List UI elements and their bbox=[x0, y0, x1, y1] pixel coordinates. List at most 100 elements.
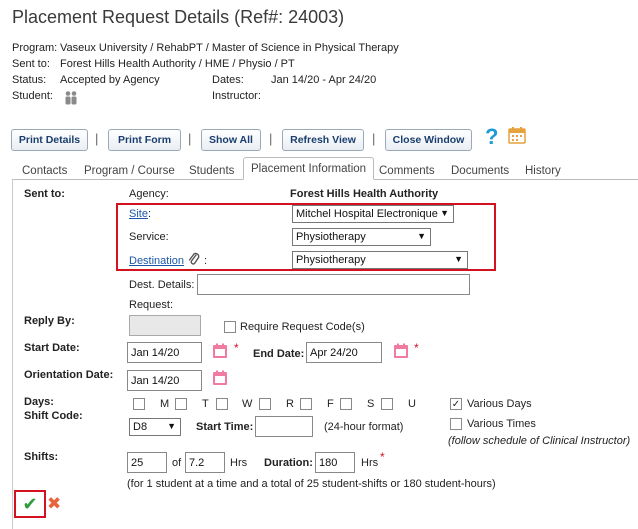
dest-details-input[interactable] bbox=[197, 274, 470, 295]
site-link[interactable]: Site bbox=[129, 208, 148, 220]
day-r-label: R bbox=[286, 398, 294, 410]
tab-contacts[interactable]: Contacts bbox=[22, 161, 67, 180]
require-code-checkbox[interactable] bbox=[224, 321, 236, 333]
day-u-checkbox[interactable] bbox=[381, 398, 393, 410]
students-icon[interactable] bbox=[63, 90, 79, 106]
print-details-button[interactable]: Print Details bbox=[11, 129, 88, 151]
day-m-checkbox[interactable] bbox=[133, 398, 145, 410]
various-days-checkbox[interactable]: ✓ bbox=[450, 398, 462, 410]
require-code-label: Require Request Code(s) bbox=[240, 321, 365, 333]
shift-code-value: D8 bbox=[133, 421, 148, 433]
end-date-calendar-icon[interactable] bbox=[393, 343, 409, 359]
start-date-input[interactable]: Jan 14/20 bbox=[127, 342, 202, 363]
start-time-input[interactable] bbox=[255, 416, 313, 437]
start-date-calendar-icon[interactable] bbox=[212, 343, 228, 359]
duration-label: Duration: bbox=[264, 457, 313, 469]
print-form-button[interactable]: Print Form bbox=[108, 129, 181, 151]
service-select-value: Physiotherapy bbox=[296, 231, 366, 243]
day-w-checkbox[interactable] bbox=[216, 398, 228, 410]
dates-label: Dates: bbox=[212, 74, 244, 86]
site-label-group: Site: bbox=[129, 208, 151, 220]
shift-code-select[interactable]: D8 ▼ bbox=[129, 418, 181, 436]
tab-students[interactable]: Students bbox=[189, 161, 234, 180]
panel-border bbox=[12, 180, 13, 529]
various-times-label: Various Times bbox=[467, 418, 536, 430]
start-date-label: Start Date: bbox=[24, 342, 80, 354]
toolbar-separator: | bbox=[95, 131, 99, 146]
chevron-down-icon: ▼ bbox=[440, 208, 449, 218]
close-icon: ✖ bbox=[47, 494, 62, 513]
of-label: of bbox=[172, 457, 182, 469]
chevron-down-icon: ▼ bbox=[417, 231, 426, 241]
calendar-icon[interactable] bbox=[508, 126, 526, 144]
destination-select-value: Physiotherapy bbox=[296, 254, 366, 266]
chevron-down-icon: ▼ bbox=[167, 421, 176, 431]
service-label: Service: bbox=[129, 231, 169, 243]
hrs-label-2: Hrs bbox=[361, 457, 379, 469]
required-mark: * bbox=[380, 450, 385, 464]
toolbar-separator: | bbox=[188, 131, 192, 146]
student-label: Student: bbox=[12, 90, 53, 102]
tab-history[interactable]: History bbox=[525, 161, 561, 180]
destination-select[interactable]: Physiotherapy ▼ bbox=[292, 251, 468, 269]
day-w-label: W bbox=[242, 398, 253, 410]
end-date-input[interactable]: Apr 24/20 bbox=[306, 342, 382, 363]
follow-schedule-note: (follow schedule of Clinical Instructor) bbox=[448, 435, 631, 447]
status-label: Status: bbox=[12, 74, 47, 86]
day-s-label: S bbox=[367, 398, 375, 410]
day-f-label: F bbox=[327, 398, 334, 410]
agency-value: Forest Hills Health Authority bbox=[290, 188, 439, 200]
cancel-button[interactable]: ✖ bbox=[47, 494, 61, 514]
form-sent-to-label: Sent to: bbox=[24, 188, 65, 200]
required-mark: * bbox=[414, 341, 419, 355]
orientation-calendar-icon[interactable] bbox=[212, 370, 228, 386]
orientation-date-input[interactable]: Jan 14/20 bbox=[127, 370, 202, 391]
dest-details-label: Dest. Details: bbox=[129, 279, 195, 291]
site-select[interactable]: Mitchel Hospital Electronique ▼ bbox=[292, 205, 454, 223]
chevron-down-icon: ▼ bbox=[454, 254, 463, 264]
confirm-button[interactable]: ✔ bbox=[14, 490, 46, 518]
tab-documents[interactable]: Documents bbox=[451, 161, 509, 180]
various-times-checkbox[interactable] bbox=[450, 418, 462, 430]
reply-by-input bbox=[129, 315, 201, 336]
destination-link[interactable]: Destination bbox=[129, 255, 184, 267]
paperclip-icon[interactable] bbox=[188, 252, 200, 266]
tab-placement-information[interactable]: Placement Information bbox=[243, 157, 375, 180]
shifts-summary: (for 1 student at a time and a total of … bbox=[127, 478, 496, 490]
destination-colon: : bbox=[204, 255, 208, 267]
tab-comments[interactable]: Comments bbox=[379, 161, 435, 180]
page-title: Placement Request Details (Ref#: 24003) bbox=[12, 7, 345, 27]
site-select-value: Mitchel Hospital Electronique bbox=[296, 208, 438, 220]
day-f-checkbox[interactable] bbox=[300, 398, 312, 410]
hours-per-shift-input[interactable]: 7.2 bbox=[185, 452, 225, 473]
shifts-input[interactable]: 25 bbox=[127, 452, 167, 473]
duration-input[interactable]: 180 bbox=[315, 452, 355, 473]
day-r-checkbox[interactable] bbox=[259, 398, 271, 410]
day-u-label: U bbox=[408, 398, 416, 410]
reply-by-label: Reply By: bbox=[24, 315, 75, 327]
toolbar-separator: | bbox=[372, 131, 376, 146]
hrs-label: Hrs bbox=[230, 457, 248, 469]
various-days-label: Various Days bbox=[467, 398, 532, 410]
tab-program-course[interactable]: Program / Course bbox=[84, 161, 175, 180]
sent-to-label: Sent to: bbox=[12, 58, 50, 70]
destination-label-group: Destination bbox=[129, 255, 184, 267]
service-select[interactable]: Physiotherapy ▼ bbox=[292, 228, 431, 246]
day-t-checkbox[interactable] bbox=[175, 398, 187, 410]
time-format-label: (24-hour format) bbox=[324, 421, 404, 433]
day-t-label: T bbox=[202, 398, 209, 410]
day-m-label: M bbox=[160, 398, 170, 410]
orientation-date-label: Orientation Date: bbox=[24, 369, 114, 381]
dates-value: Jan 14/20 - Apr 24/20 bbox=[271, 74, 377, 86]
day-s-checkbox[interactable] bbox=[340, 398, 352, 410]
help-icon[interactable]: ? bbox=[485, 124, 498, 150]
shift-code-label: Shift Code: bbox=[24, 410, 83, 422]
days-label: Days: bbox=[24, 396, 54, 408]
show-all-button[interactable]: Show All bbox=[201, 129, 261, 151]
shifts-label: Shifts: bbox=[24, 451, 59, 463]
checkmark-icon: ✓ bbox=[451, 398, 461, 410]
check-icon: ✔ bbox=[22, 493, 38, 514]
close-window-button[interactable]: Close Window bbox=[385, 129, 472, 151]
refresh-view-button[interactable]: Refresh View bbox=[282, 129, 364, 151]
sent-to-value: Forest Hills Health Authority / HME / Ph… bbox=[60, 58, 295, 70]
